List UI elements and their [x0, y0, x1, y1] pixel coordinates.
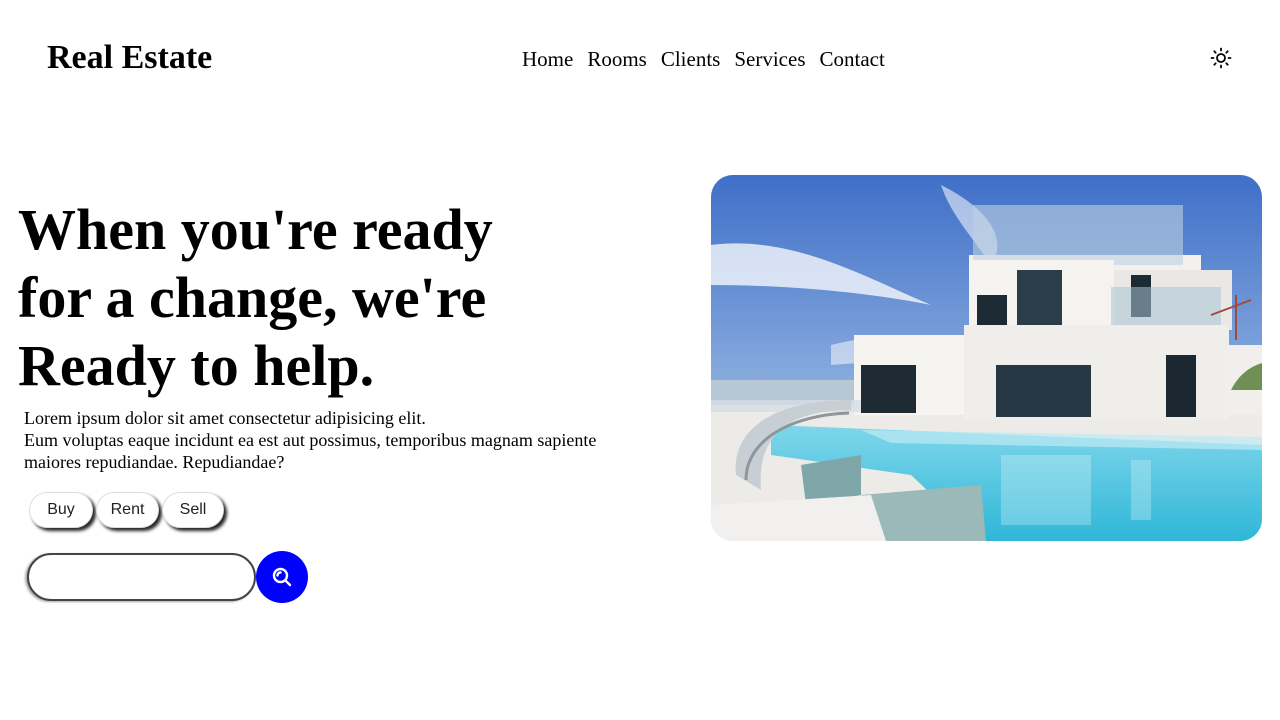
search-field	[27, 553, 256, 601]
hero-title: When you're ready for a change, we're Re…	[18, 196, 578, 400]
villa-pool-illustration	[711, 175, 1262, 541]
search-button[interactable]	[256, 551, 308, 603]
hero-image	[711, 175, 1262, 541]
nav-link-rooms[interactable]: Rooms	[587, 46, 647, 72]
nav-link-contact[interactable]: Contact	[820, 46, 885, 72]
tab-buy[interactable]: Buy	[29, 492, 93, 528]
hero-description: Lorem ipsum dolor sit amet consectetur a…	[24, 407, 684, 473]
hero-description-line: Eum voluptas eaque incidunt ea est aut p…	[24, 430, 597, 450]
hero-description-line: maiores repudiandae. Repudiandae?	[24, 452, 285, 472]
hero-title-line: When you're ready	[18, 197, 493, 262]
hero-title-line: for a change, we're	[18, 265, 487, 330]
tab-sell[interactable]: Sell	[162, 492, 224, 528]
nav-link-home[interactable]: Home	[522, 46, 573, 72]
search-icon	[272, 567, 292, 587]
listing-type-tabs: Buy Rent Sell	[29, 492, 224, 528]
brand-logo[interactable]: Real Estate	[47, 38, 212, 78]
tab-rent[interactable]: Rent	[96, 492, 159, 528]
nav-link-services[interactable]: Services	[734, 46, 805, 72]
sun-icon	[1210, 47, 1232, 69]
nav-link-clients[interactable]: Clients	[661, 46, 721, 72]
search-input[interactable]	[29, 555, 254, 599]
theme-toggle-button[interactable]	[1209, 46, 1233, 70]
site-header: Real Estate Home Rooms Clients Services …	[0, 0, 1280, 118]
hero-description-line: Lorem ipsum dolor sit amet consectetur a…	[24, 408, 426, 428]
hero-title-line: Ready to help.	[18, 333, 375, 398]
main-nav: Home Rooms Clients Services Contact	[522, 46, 885, 72]
